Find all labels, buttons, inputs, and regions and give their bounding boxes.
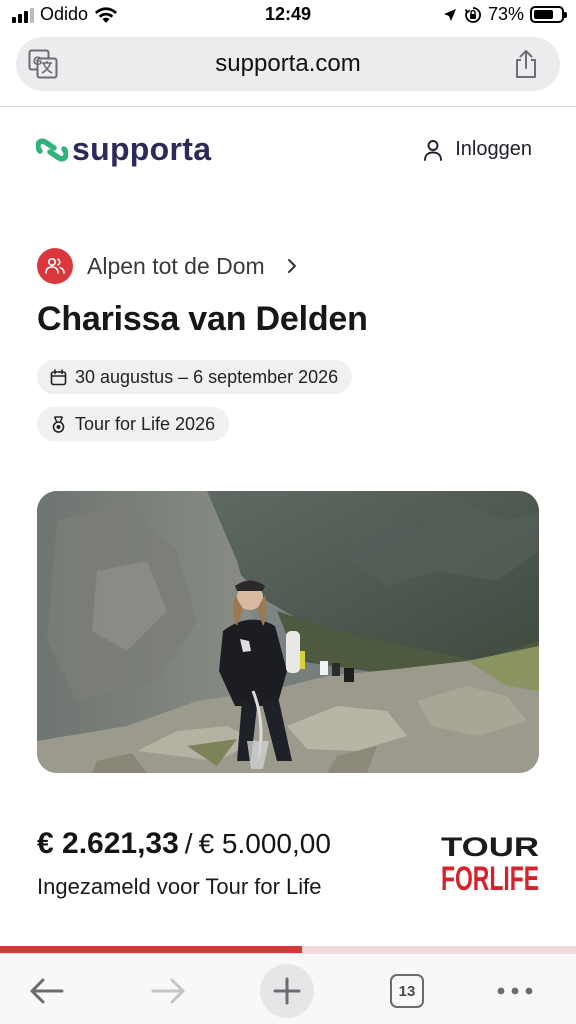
plus-icon (273, 977, 301, 1005)
share-icon[interactable] (512, 49, 540, 79)
dates-chip: 30 augustus – 6 september 2026 (37, 360, 353, 394)
event-chip: Tour for Life 2026 (37, 407, 230, 441)
event-text: Tour for Life 2026 (75, 413, 216, 434)
status-right: 73% (442, 4, 567, 25)
battery-percent: 73% (487, 4, 524, 24)
medal-icon (52, 415, 65, 433)
login-button[interactable]: Inloggen (423, 138, 532, 161)
forward-arrow-icon (151, 978, 185, 1004)
supporta-logo-icon (36, 138, 68, 161)
battery-icon (530, 6, 567, 23)
progress-fill (0, 946, 302, 953)
amount-separator: / (184, 828, 193, 859)
dates-text: 30 augustus – 6 september 2026 (75, 366, 339, 387)
login-label: Inloggen (455, 138, 532, 160)
back-button[interactable] (20, 964, 74, 1018)
url-text[interactable]: supporta.com (16, 50, 560, 78)
new-tab-button[interactable] (260, 964, 314, 1018)
browser-toolbar: 13 (0, 953, 576, 1024)
logo-text: supporta (72, 131, 212, 167)
tabs-button[interactable]: 13 (380, 964, 434, 1018)
status-bar: Odido 12:49 73% (0, 0, 576, 32)
team-name: Alpen tot de Dom (87, 252, 265, 279)
tfl-logo-for: FOR (441, 860, 489, 894)
supporta-logo[interactable]: supporta (36, 131, 211, 168)
battery-level (534, 10, 553, 19)
chevron-right-icon (287, 259, 296, 273)
user-icon (424, 139, 443, 161)
amount-raised: € 2.621,33 (37, 827, 179, 860)
raised-label: Ingezameld voor Tour for Life (37, 874, 322, 899)
progress-bar (0, 946, 576, 953)
amount-goal: € 5.000,00 (198, 828, 331, 859)
team-icon (37, 248, 73, 284)
tfl-logo-life: LIFE (489, 860, 539, 894)
tab-count: 13 (398, 982, 416, 1000)
amount-row: € 2.621,33 / € 5.000,00 (37, 827, 331, 861)
participant-name: Charissa van Delden (37, 300, 368, 338)
orientation-lock-icon (464, 6, 481, 23)
divider (0, 106, 576, 107)
tour-for-life-logo: TOUR FORLIFE (441, 832, 539, 894)
tabs-icon: 13 (390, 974, 424, 1008)
location-icon (443, 8, 456, 21)
campaign-photo (37, 491, 539, 773)
tfl-logo-line1: TOUR (441, 832, 539, 862)
address-bar[interactable]: G supporta.com (16, 37, 560, 91)
more-button[interactable] (488, 964, 542, 1018)
team-link[interactable]: Alpen tot de Dom (37, 248, 299, 284)
more-icon (497, 987, 533, 995)
svg-text:FORLIFE: FORLIFE (441, 860, 539, 894)
forward-button[interactable] (141, 964, 195, 1018)
calendar-icon (50, 368, 67, 385)
back-arrow-icon (30, 978, 64, 1004)
